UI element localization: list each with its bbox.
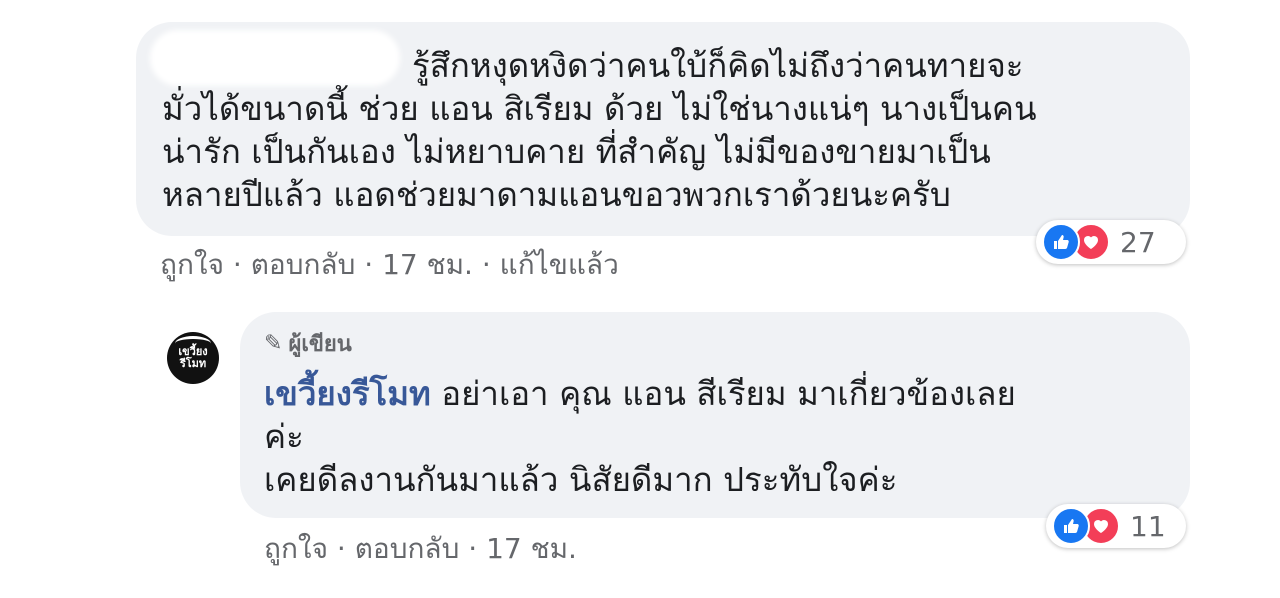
- avatar-arc: [175, 336, 211, 351]
- comment-text-line: เขวี้ยงรีโมท อย่าเอา คุณ แอน สีเรียม มาเ…: [264, 372, 1016, 415]
- reactions-summary[interactable]: 27: [1036, 220, 1186, 264]
- comment-actions: ถูกใจ · ตอบกลับ · 17 ชม. · แก้ไขแล้ว: [160, 248, 619, 282]
- comment-text-line: มั่วได้ขนาดนี้ ช่วย แอน สิเรียม ด้วย ไม่…: [162, 89, 1037, 128]
- author-badge-label: ผู้เขียน: [288, 332, 352, 357]
- avatar-text: รีโมท: [179, 357, 207, 370]
- like-reaction-icon: [1052, 507, 1090, 545]
- reaction-count: 27: [1120, 225, 1156, 259]
- like-link[interactable]: ถูกใจ: [160, 248, 224, 281]
- separator: ·: [472, 248, 500, 281]
- reaction-count: 11: [1130, 509, 1166, 543]
- like-link[interactable]: ถูกใจ: [264, 532, 328, 565]
- comment-text-line: น่ารัก เป็นกันเอง ไม่หยาบคาย ที่สำคัญ ไม…: [162, 132, 991, 171]
- comment-text-line: รู้สึกหงุดหงิดว่าคนใบ้ก็คิดไม่ถึงว่าคนทา…: [412, 46, 1024, 85]
- separator: ·: [327, 532, 355, 565]
- reply-link[interactable]: ตอบกลับ: [251, 248, 356, 281]
- separator: ·: [459, 532, 487, 565]
- comment-text-line: เคยดีลงานกันมาแล้ว นิสัยดีมาก ประทับใจค่…: [264, 460, 898, 499]
- separator: ·: [355, 248, 383, 281]
- author-badge: ✎ ผู้เขียน: [264, 326, 352, 361]
- pencil-icon: ✎: [264, 331, 283, 356]
- timestamp[interactable]: 17 ชม.: [486, 532, 577, 565]
- edited-label[interactable]: แก้ไขแล้ว: [500, 248, 619, 281]
- redacted-author-name: [150, 30, 400, 86]
- comment-text-line: ค่ะ: [264, 417, 304, 456]
- like-reaction-icon: [1042, 223, 1080, 261]
- comment-actions: ถูกใจ · ตอบกลับ · 17 ชม.: [264, 532, 577, 566]
- reply-link[interactable]: ตอบกลับ: [355, 532, 460, 565]
- timestamp[interactable]: 17 ชม.: [382, 248, 473, 281]
- reactions-summary[interactable]: 11: [1046, 504, 1186, 548]
- separator: ·: [223, 248, 251, 281]
- comment-text: อย่าเอา คุณ แอน สีเรียม มาเกี่ยวข้องเลย: [430, 374, 1016, 413]
- author-name-link[interactable]: เขวี้ยงรีโมท: [264, 374, 431, 413]
- avatar[interactable]: เขวี้ยง รีโมท: [167, 332, 219, 384]
- comment-text-line: หลายปีแล้ว แอดช่วยมาดามแอนขอวพวกเราด้วยน…: [162, 175, 951, 214]
